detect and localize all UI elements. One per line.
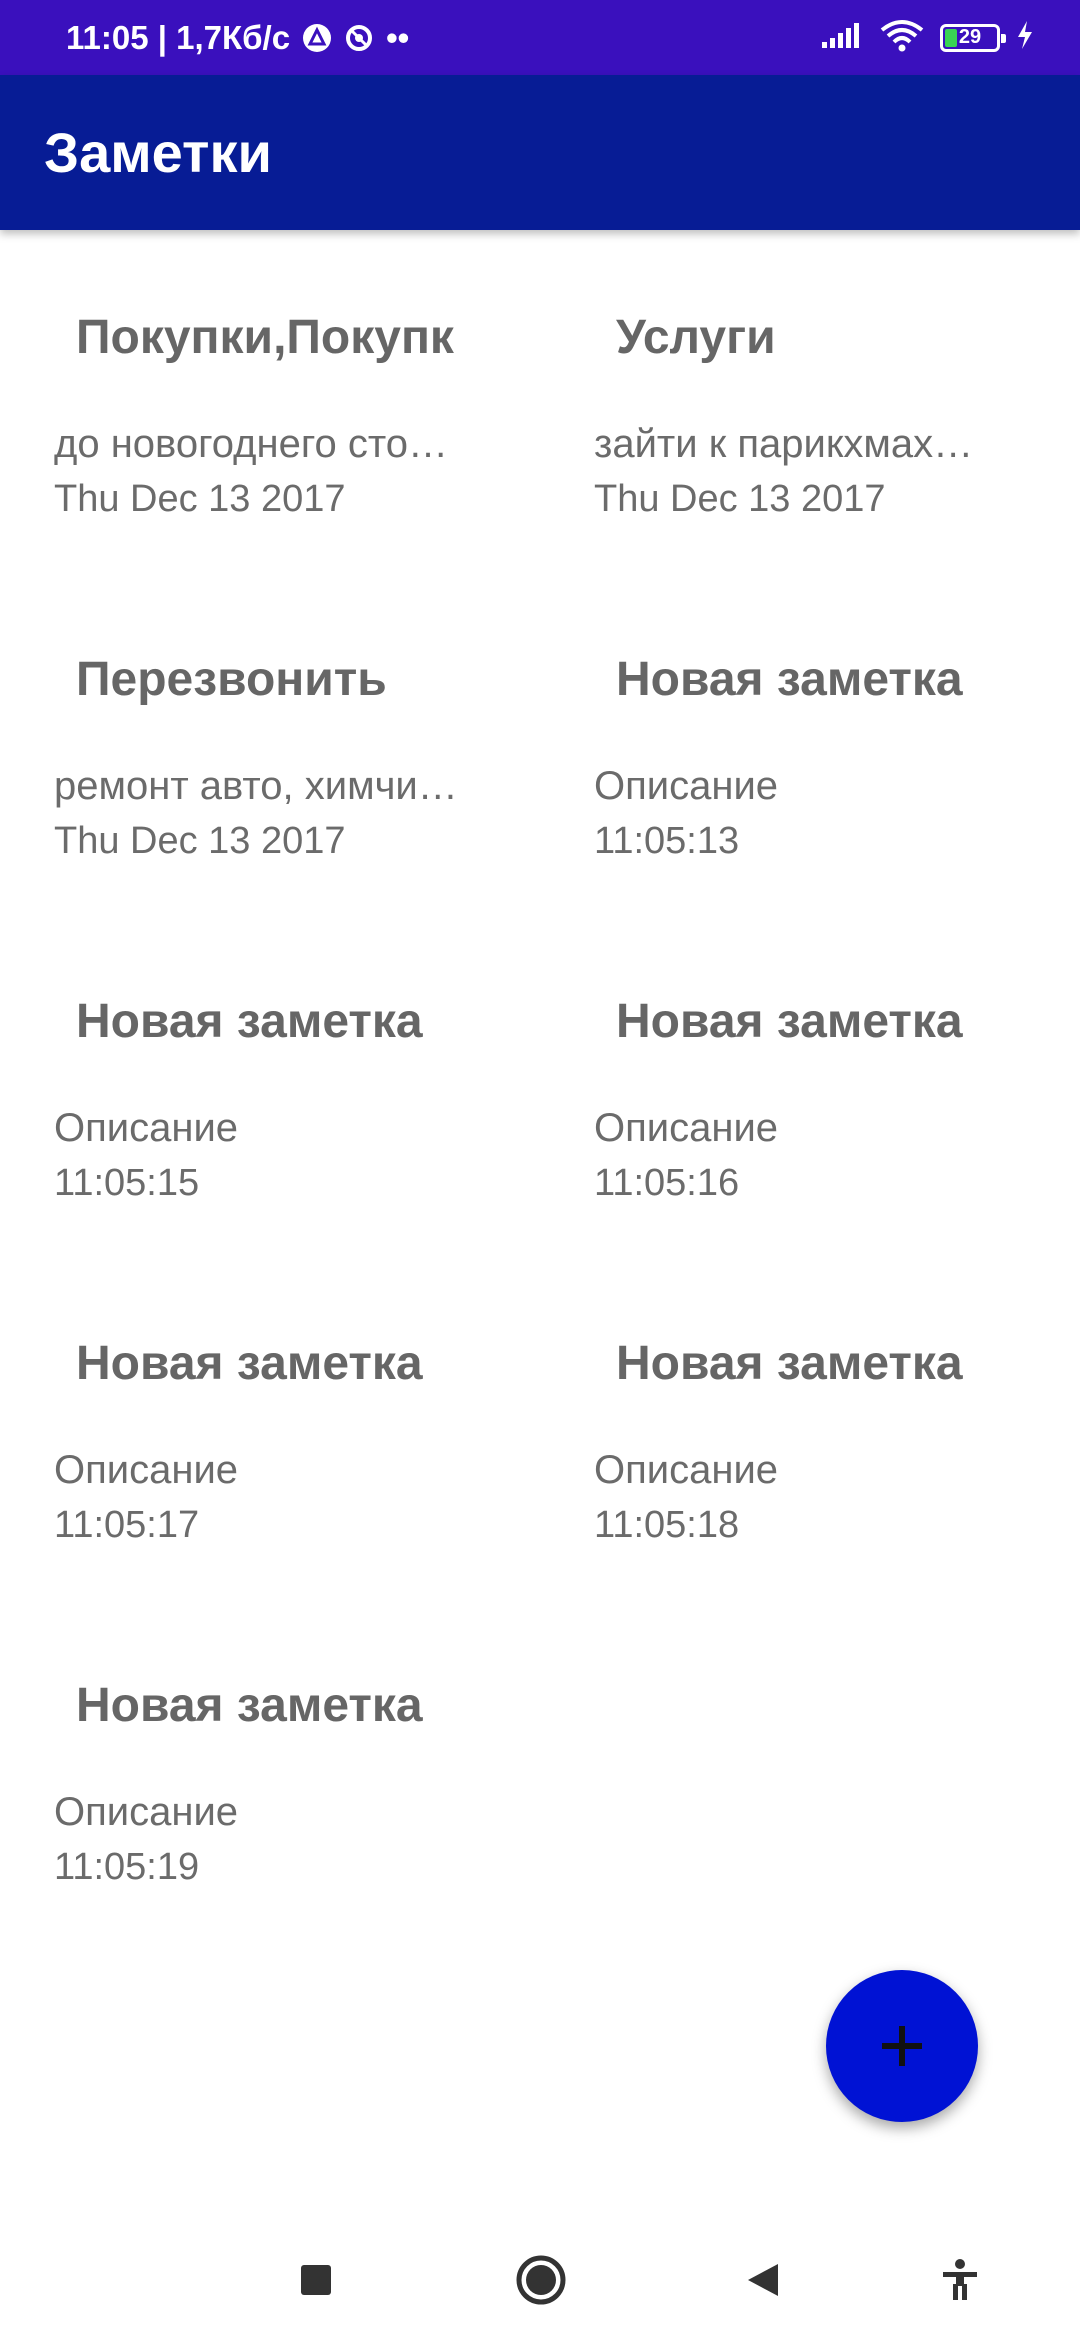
note-date: Thu Dec 13 2017 [54, 820, 346, 862]
recents-button[interactable] [286, 2250, 346, 2310]
back-triangle-icon [748, 2264, 778, 2296]
note-date: 11:05:17 [54, 1504, 200, 1546]
note-card[interactable]: Новая заметка Описание 11:05:15 [0, 914, 540, 1256]
note-description: Описание [594, 1106, 779, 1150]
note-description: ремонт авто, химчи… [54, 764, 458, 808]
battery-level-fill [945, 28, 957, 47]
note-title: Новая заметка [76, 1337, 423, 1390]
note-card[interactable]: Новая заметка Описание 11:05:19 [0, 1598, 540, 1940]
status-time-speed: 11:05 | 1,7Кб/с [66, 18, 291, 56]
note-title: Перезвонить [76, 653, 387, 706]
status-left: 11:05 | 1,7Кб/с •• [66, 19, 409, 57]
note-title: Новая заметка [616, 653, 963, 706]
autofill-icon [302, 23, 332, 53]
data-saver-icon [344, 23, 374, 53]
add-note-button[interactable] [826, 1970, 978, 2122]
note-description: Описание [594, 764, 779, 808]
note-title: Новая заметка [616, 1337, 963, 1390]
note-description: Описание [54, 1106, 239, 1150]
note-title: Новая заметка [76, 1679, 423, 1732]
notes-grid: Покупки,Покупк до новогоднего сто… Thu D… [0, 230, 1080, 1940]
note-description: Описание [594, 1448, 779, 1492]
app-title: Заметки [44, 121, 272, 184]
note-date: 11:05:18 [594, 1504, 740, 1546]
back-button[interactable] [732, 2250, 792, 2310]
wifi-icon [880, 18, 924, 58]
note-card[interactable]: Новая заметка Описание 11:05:17 [0, 1256, 540, 1598]
note-card[interactable]: Услуги зайти к парикхмах… Thu Dec 13 201… [540, 230, 1080, 572]
app-bar: Заметки [0, 75, 1080, 230]
note-description: зайти к парикхмах… [594, 422, 974, 466]
charging-bolt-icon [1016, 20, 1034, 56]
note-card[interactable]: Перезвонить ремонт авто, химчи… Thu Dec … [0, 572, 540, 914]
status-bar: 11:05 | 1,7Кб/с •• 29 [0, 0, 1080, 75]
battery-icon: 29 [940, 23, 1006, 52]
note-card[interactable]: Покупки,Покупк до новогоднего сто… Thu D… [0, 230, 540, 572]
home-button[interactable] [511, 2250, 571, 2310]
home-circle-icon [516, 2255, 566, 2305]
note-description: Описание [54, 1790, 239, 1834]
navigation-bar [0, 2220, 1080, 2340]
note-title: Покупки,Покупк [76, 311, 454, 364]
accessibility-icon [943, 2259, 977, 2300]
note-title: Услуги [616, 311, 776, 364]
note-card[interactable]: Новая заметка Описание 11:05:13 [540, 572, 1080, 914]
signal-icon [820, 20, 864, 56]
accessibility-button[interactable] [930, 2250, 990, 2310]
note-date: 11:05:15 [54, 1162, 200, 1204]
note-date: Thu Dec 13 2017 [54, 478, 346, 520]
note-title: Новая заметка [616, 995, 963, 1048]
status-more-dots: •• [386, 18, 410, 56]
note-card[interactable]: Новая заметка Описание 11:05:16 [540, 914, 1080, 1256]
status-right: 29 [820, 18, 1034, 58]
note-title: Новая заметка [76, 995, 423, 1048]
plus-icon [882, 2026, 922, 2066]
battery-level: 29 [958, 26, 982, 48]
note-card[interactable]: Новая заметка Описание 11:05:18 [540, 1256, 1080, 1598]
note-date: 11:05:19 [54, 1846, 200, 1888]
note-date: 11:05:13 [594, 820, 740, 862]
note-description: до новогоднего сто… [54, 422, 449, 466]
note-date: Thu Dec 13 2017 [594, 478, 886, 520]
recents-square-icon [301, 2265, 331, 2295]
note-description: Описание [54, 1448, 239, 1492]
note-date: 11:05:16 [594, 1162, 740, 1204]
